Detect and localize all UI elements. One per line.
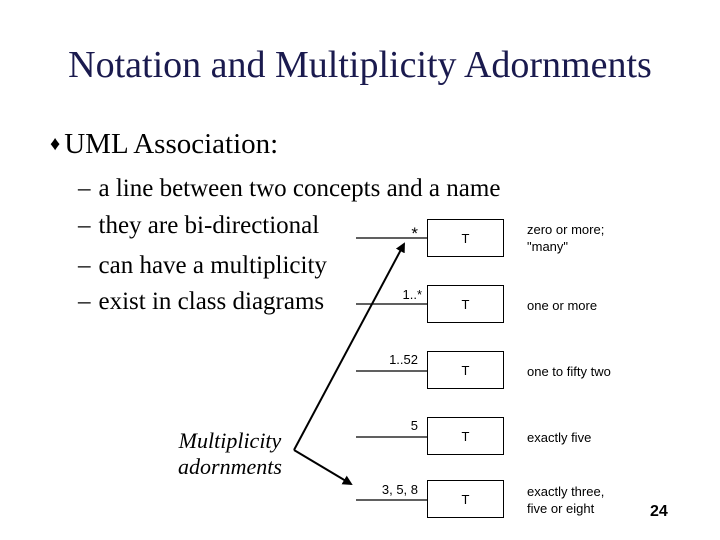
- class-box: T: [427, 285, 504, 323]
- multiplicity-description: one to fifty two: [527, 363, 611, 380]
- multiplicity-description: zero or more; "many": [527, 221, 604, 255]
- multiplicity-description: exactly five: [527, 429, 591, 446]
- multiplicity-label: 1..*: [402, 287, 422, 302]
- page-number: 24: [650, 503, 668, 520]
- description-line: exactly five: [527, 430, 592, 445]
- class-box: T: [427, 417, 504, 455]
- note-line: Multiplicity: [178, 428, 282, 453]
- multiplicity-label: 1..52: [389, 352, 418, 367]
- note-line: adornments: [178, 454, 282, 479]
- multiplicity-description: exactly three, five or eight: [527, 483, 604, 517]
- description-line: one to fifty two: [527, 364, 611, 379]
- class-box: T: [427, 219, 504, 257]
- association-diagram: [293, 237, 427, 501]
- description-line: "many": [527, 239, 569, 254]
- multiplicity-label: *: [411, 224, 418, 243]
- description-line: zero or more;: [527, 222, 605, 237]
- multiplicity-label: 5: [410, 418, 418, 433]
- class-box: T: [427, 351, 504, 389]
- description-line: exactly three,: [527, 484, 605, 499]
- description-line: one or more: [527, 298, 598, 313]
- multiplicity-adornments-note: Multiplicity adornments: [172, 428, 288, 480]
- multiplicity-description: one or more: [527, 297, 597, 314]
- description-line: five or eight: [527, 501, 595, 516]
- class-box: T: [427, 480, 504, 518]
- multiplicity-label: 3, 5, 8: [381, 482, 418, 497]
- pointer-arrow-down: [293, 449, 353, 486]
